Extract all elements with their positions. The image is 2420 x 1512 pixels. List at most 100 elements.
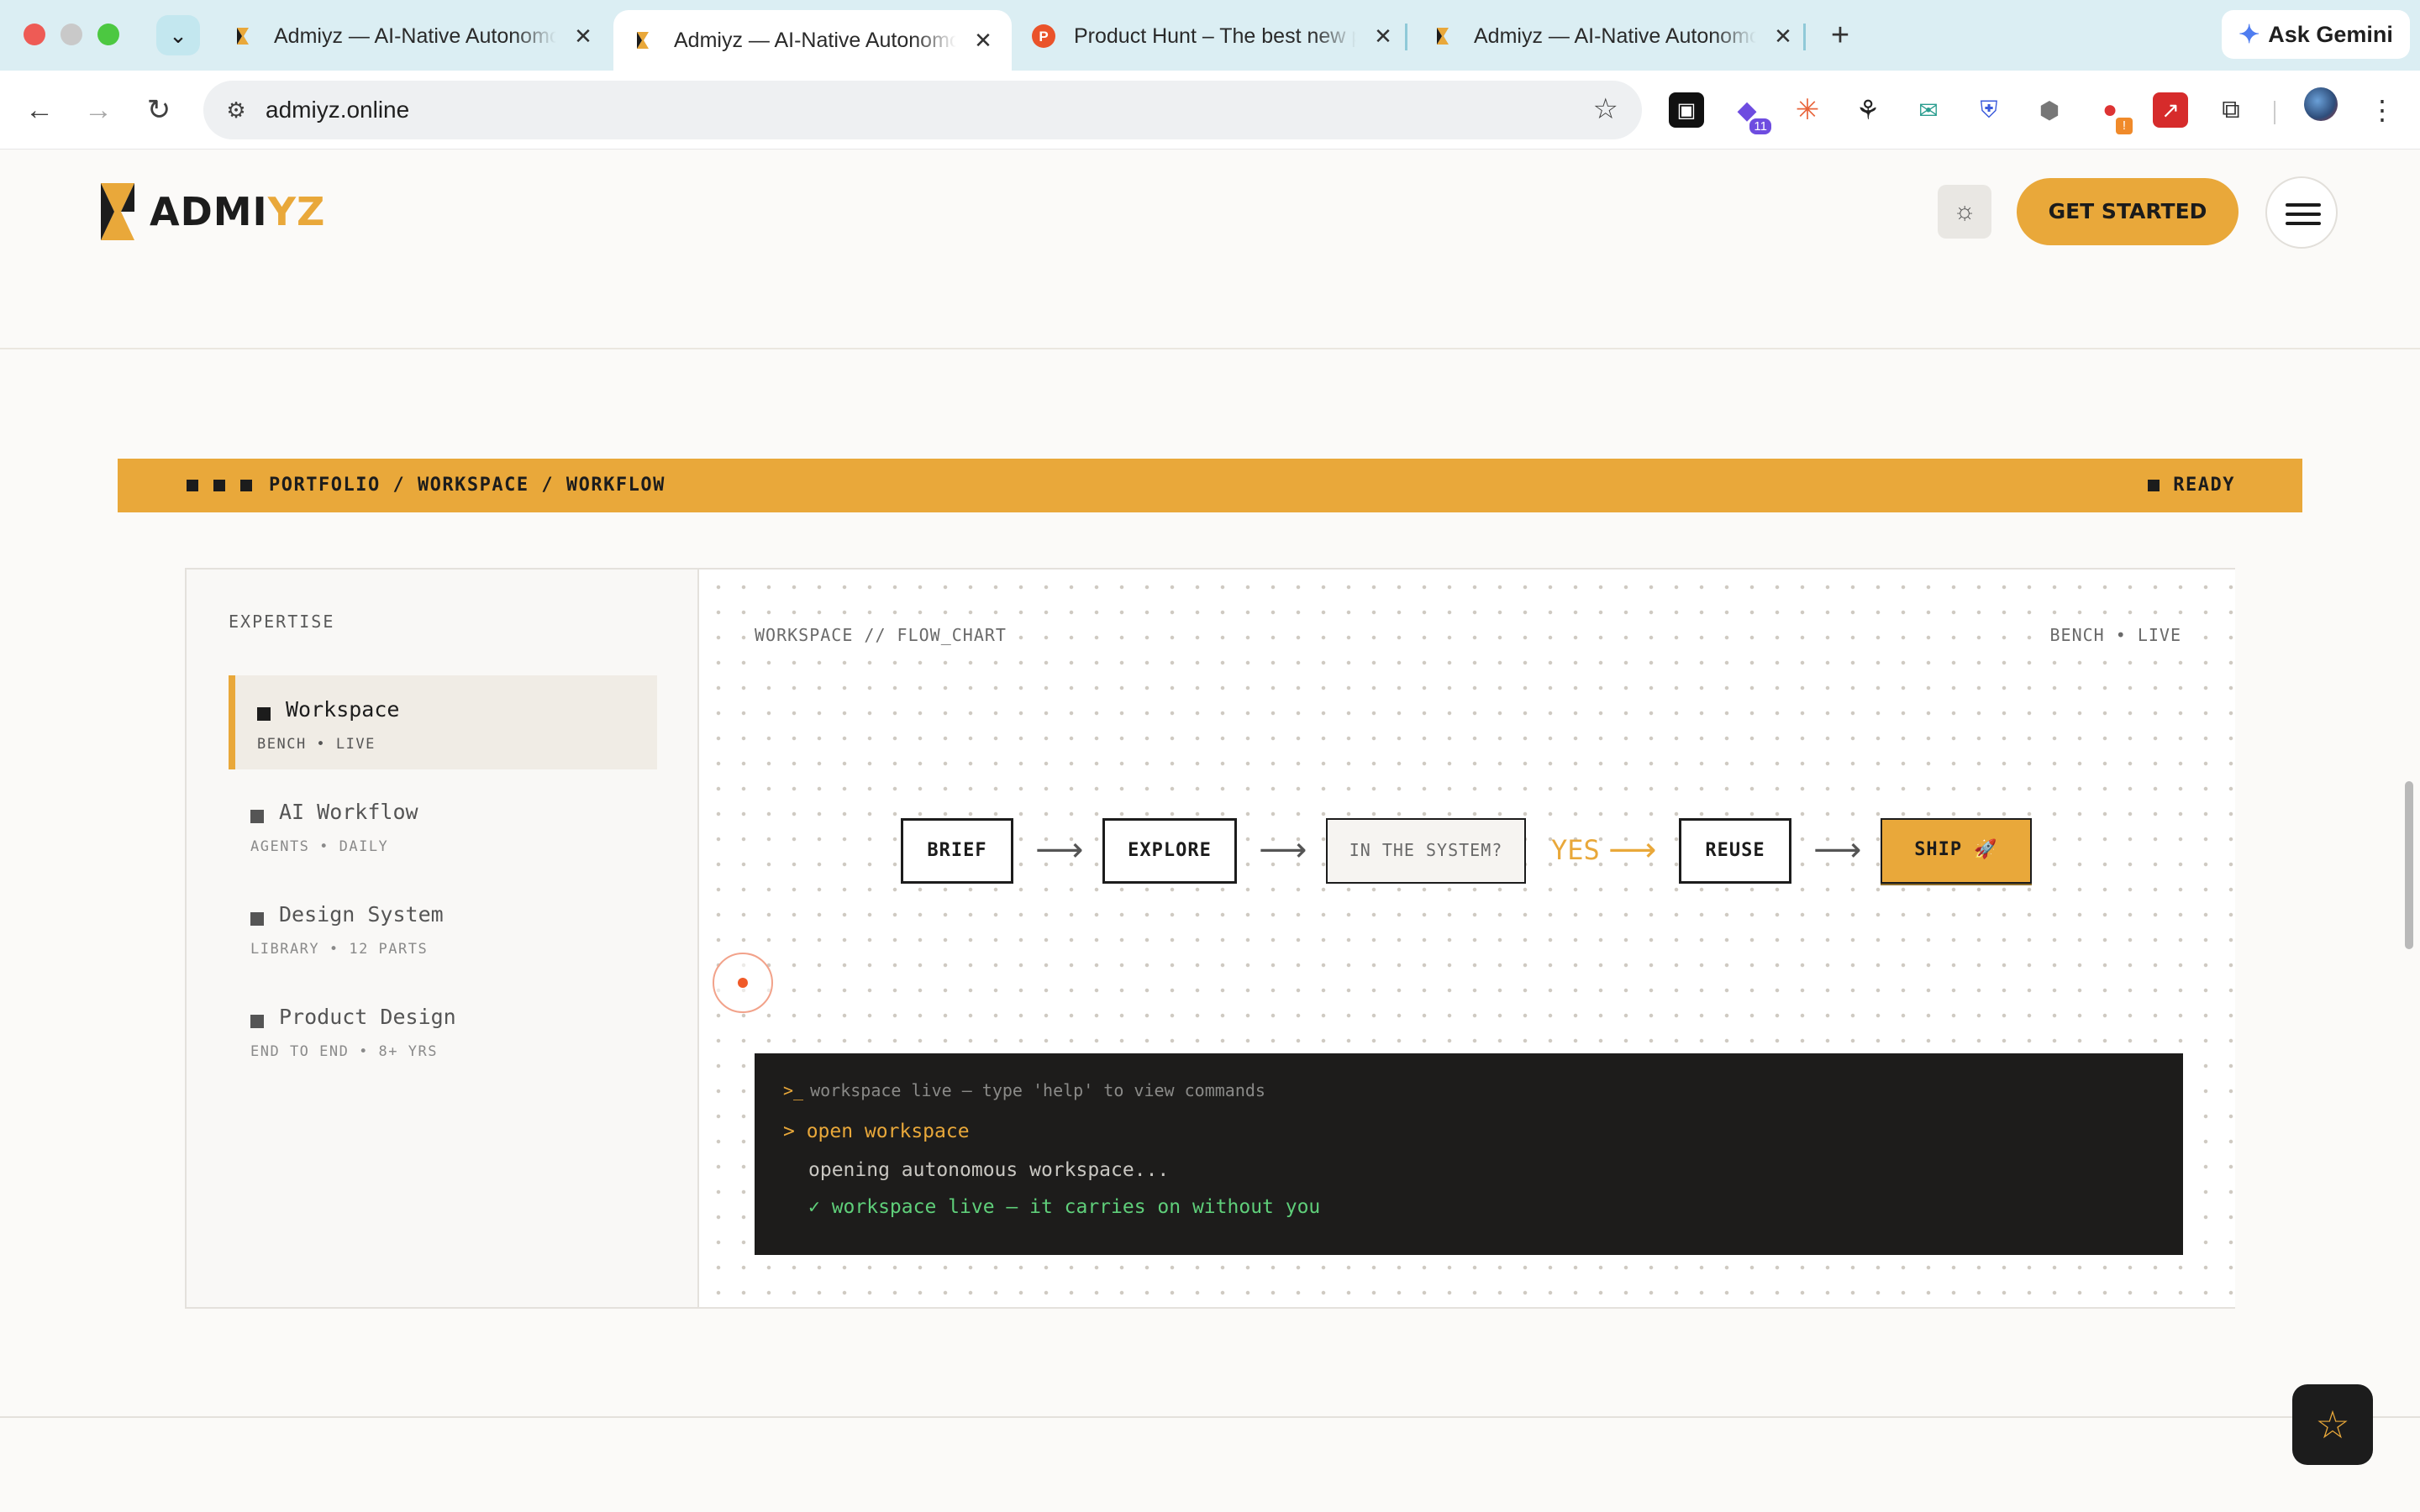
hamburger-line [2286,203,2321,207]
page-scrollbar[interactable] [2405,781,2413,949]
admiyz-favicon-icon [637,32,649,49]
extension-dark-square-icon[interactable]: ▣ [1669,92,1704,128]
extension-shield-icon[interactable]: ⛨ [1971,92,2007,128]
section-divider [0,1416,2420,1418]
back-icon[interactable]: ← [18,89,60,131]
url-text[interactable]: admiyz.online [266,81,409,139]
tab-close-icon[interactable]: ✕ [973,28,993,54]
flow-node-ship[interactable]: SHIP 🚀 [1881,818,2032,884]
get-started-button[interactable]: GET STARTED [2017,178,2238,245]
tab-separator [1405,24,1407,50]
svg-text:P: P [1039,29,1048,45]
tab-close-icon[interactable]: ✕ [1773,24,1793,50]
admiyz-favicon-icon [1437,28,1449,45]
logo-mark-icon [101,183,134,240]
flow-node-reuse[interactable]: REUSE [1679,818,1791,884]
logo-wordmark-accent: YZ [267,189,326,234]
flow-chart-canvas[interactable]: WORKSPACE // FLOW_CHART BENCH • LIVE BRI… [701,570,2235,1307]
tab-close-icon[interactable]: ✕ [1373,24,1393,50]
flow-node-brief[interactable]: BRIEF [901,818,1013,884]
terminal-success: ✓ workspace live — it carries on without… [808,1196,1321,1218]
hamburger-line [2286,222,2321,225]
sidebar-item-sub: AGENTS • DAILY [250,838,389,855]
reload-icon[interactable]: ↻ [138,89,180,131]
logo-wordmark: ADMIYZ [150,189,325,234]
bar-square-icon [213,480,225,491]
flow-node-explore[interactable]: EXPLORE [1102,818,1237,884]
sidebar-item-label: Design System [279,902,444,927]
terminal-hint-text: workspace live — type 'help' to view com… [810,1080,1265,1100]
flow-node-decision[interactable]: IN THE SYSTEM? [1326,818,1526,884]
bar-square-icon [240,480,252,491]
window-close-button[interactable] [24,24,45,45]
tab-title: Admiyz — AI-Native Autonomous Workspace [674,28,956,52]
bookmark-star-icon[interactable]: ☆ [1593,92,1618,126]
extension-helmet-icon[interactable]: ⬢ [2032,92,2067,128]
profile-avatar[interactable] [2304,87,2338,121]
extensions-icon[interactable]: ⧉ [2213,92,2249,128]
item-square-icon [250,810,264,823]
toolbar-separator [2274,101,2275,124]
terminal-panel[interactable]: >_ workspace live — type 'help' to view c… [755,1053,2183,1255]
flow-arrow-icon: ⟶ [1035,831,1084,869]
terminal-command: > open workspace [783,1121,970,1142]
theme-toggle-sun-icon[interactable]: ☼ [1938,185,1991,239]
extension-claude-icon[interactable]: ✳ [1790,92,1825,128]
hamburger-line [2286,213,2321,216]
window-zoom-button[interactable] [97,24,119,45]
browser-tab[interactable]: Admiyz — AI-Native Autonomous Workspace … [1413,12,1812,60]
kebab-menu-icon[interactable]: ⋮ [2365,92,2400,128]
status-square-icon [2148,480,2160,491]
sidebar-item-sub: BENCH • LIVE [257,736,376,753]
sidebar-item-label: Workspace [286,697,400,722]
ask-gemini-label: Ask Gemini [2268,21,2393,47]
browser-tab-bar: ⌄ Admiyz — AI-Native Autonomous Workspac… [0,0,2420,71]
forward-icon[interactable]: → [77,89,119,131]
ask-gemini-button[interactable]: ✦ Ask Gemini [2222,10,2410,59]
admiyz-logo[interactable]: ADMIYZ [96,181,325,242]
browser-toolbar: ← → ↻ ⚙ admiyz.online ☆ ▣ ◆ 11 ✳ ⚘ ✉ ⛨ ⬢ … [0,71,2420,150]
extension-diamond-icon[interactable]: ◆ 11 [1729,92,1771,134]
sidebar-item-design-system[interactable]: Design System LIBRARY • 12 PARTS [229,880,657,974]
sidebar-item-workspace[interactable]: Workspace BENCH • LIVE [229,675,657,769]
extension-mail-icon[interactable]: ✉ [1911,92,1946,128]
admiyz-favicon-icon [237,28,249,45]
flow-arrow-icon: ⟶ [1259,831,1307,869]
terminal-hint: >_ workspace live — type 'help' to view c… [783,1080,1265,1100]
canvas-label-left: WORKSPACE // FLOW_CHART [751,625,1010,645]
expertise-sidebar: EXPERTISE Workspace BENCH • LIVE AI Work… [187,570,699,1307]
logo-wordmark-main: ADMI [150,189,268,234]
extension-openai-icon[interactable]: ⚘ [1850,92,1886,128]
window-minimize-button[interactable] [60,24,82,45]
browser-tab[interactable]: P Product Hunt – The best new products i… [1013,12,1412,60]
bar-square-icon [187,480,198,491]
hamburger-menu-button[interactable] [2265,176,2338,249]
item-square-icon [250,1015,264,1028]
extension-arrow-icon[interactable]: ↗ [2153,92,2188,128]
item-square-icon [257,707,271,721]
extension-alert-icon[interactable]: ●! [2092,92,2133,134]
breadcrumb: PORTFOLIO / WORKSPACE / WORKFLOW [269,475,666,496]
tab-search-icon[interactable]: ⌄ [156,15,200,55]
terminal-output: opening autonomous workspace... [808,1159,1170,1181]
sidebar-item-label: Product Design [279,1005,456,1029]
portfolio-status-bar: PORTFOLIO / WORKSPACE / WORKFLOW READY [118,459,2302,512]
extension-warning-badge: ! [2116,118,2133,134]
tab-title: Admiyz — AI-Native Autonomous Workspace [274,24,556,48]
product-hunt-favicon-icon: P [1032,24,1055,48]
tab-close-icon[interactable]: ✕ [573,24,593,50]
flow-arrow-icon: ⟶ [1813,831,1862,869]
tab-title: Admiyz — AI-Native Autonomous Workspace [1474,24,1756,48]
new-tab-button[interactable]: + [1820,15,1860,55]
sidebar-item-product-design[interactable]: Product Design END TO END • 8+ YRS [229,983,657,1077]
star-icon[interactable]: ☆ [2292,1384,2373,1465]
sidebar-item-sub: LIBRARY • 12 PARTS [250,941,429,958]
canvas-label-right: BENCH • LIVE [2046,625,2185,645]
browser-tab[interactable]: Admiyz — AI-Native Autonomous Workspace … [213,12,612,60]
address-bar[interactable]: ⚙ admiyz.online ☆ [203,81,1642,139]
site-settings-icon[interactable]: ⚙ [220,94,252,126]
sidebar-item-ai-workflow[interactable]: AI Workflow AGENTS • DAILY [229,778,657,872]
status-label: READY [2173,475,2235,496]
browser-tab-active[interactable]: Admiyz — AI-Native Autonomous Workspace … [613,10,1012,71]
terminal-prompt-icon: >_ [783,1080,804,1100]
